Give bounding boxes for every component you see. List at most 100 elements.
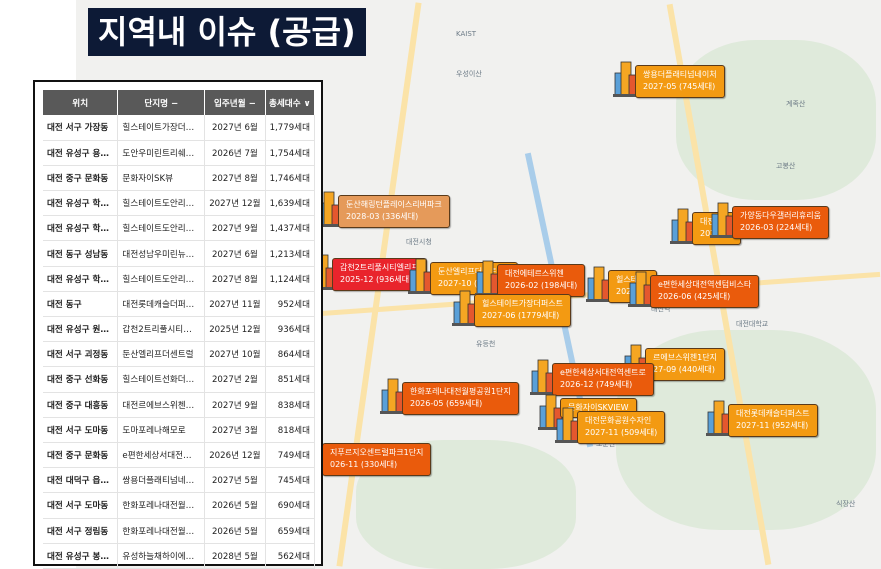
move-in-cell: 2027년 11월 — [204, 291, 266, 318]
table-row[interactable]: 대전 서구 도마동 한화포레나대전월… 2026년 5월 690세대 — [43, 492, 316, 519]
apartment-marker[interactable]: e편한세상서대전역센트로 2026-12 (749세대) — [530, 359, 654, 396]
households-cell: 1,437세대 — [265, 215, 316, 242]
location-cell: 대전 유성구 봉… — [43, 543, 119, 569]
location-cell: 대전 유성구 원… — [43, 316, 119, 343]
apartment-marker[interactable]: 둔산해링턴플레이스리버파크 2028-03 (336세대) — [316, 191, 450, 228]
place-label: KAIST — [456, 30, 477, 38]
location-cell: 대전 서구 도마동 — [43, 492, 119, 519]
table-row[interactable]: 대전 유성구 용… 도안우미린트리쉐… 2026년 7월 1,754세대 — [43, 140, 316, 166]
apartment-marker[interactable]: 대전에테르스위첸 2026-02 (198세대) — [475, 260, 586, 297]
location-cell: 대전 유성구 학… — [43, 266, 119, 292]
marker-name: 갑천2트리풀시티엘리프 — [340, 263, 419, 272]
marker-name: 한화포레나대전월평공원1단지 — [410, 387, 511, 396]
apartment-marker[interactable]: 한화포레나대전월평공원1단지 2026-05 (659세대) — [380, 378, 519, 415]
marker-name: 둔산해링턴플레이스리버파크 — [346, 200, 442, 209]
marker-detail: 2026-03 (224세대) — [740, 223, 813, 233]
table-row[interactable]: 대전 서구 정림동 한화포레나대전월… 2026년 5월 659세대 — [43, 518, 316, 544]
households-cell: 659세대 — [265, 518, 316, 544]
apartment-marker[interactable]: 지푸르지오센트럴파크1단지 026-11 (330세대) — [300, 439, 432, 476]
households-cell: 1,213세대 — [265, 240, 316, 267]
place-label: 대전시청 — [406, 238, 432, 246]
marker-detail: 2027-11 (509세대) — [585, 428, 658, 438]
table-row[interactable]: 대전 서구 도마동 도마포레나해모로 2027년 3월 818세대 — [43, 417, 316, 443]
table-row[interactable]: 대전 중구 선화동 힐스테이트선화더… 2027년 2월 851세대 — [43, 366, 316, 393]
table-row[interactable]: 대전 중구 대흥동 대전르에브스위첸… 2027년 9월 838세대 — [43, 392, 316, 418]
move-in-cell: 2028년 5월 — [204, 543, 266, 569]
apartment-marker[interactable]: 쌍용더플래티넘네이처 2027-05 (745세대) — [613, 61, 725, 98]
complex-cell: 힐스테이트도안리… — [117, 215, 206, 242]
marker-detail: 2026-12 (749세대) — [560, 380, 633, 390]
place-label: 식장산 — [836, 500, 856, 508]
households-cell: 838세대 — [265, 392, 316, 418]
apartment-marker[interactable]: 대전문화공원수자인 2027-11 (509세대) — [555, 407, 666, 444]
apartment-marker[interactable]: 대전롯데캐슬더퍼스트 2027-11 (952세대) — [706, 400, 818, 437]
marker-detail: 2025-12 (936세대) — [340, 275, 413, 285]
table-row[interactable]: 대전 중구 문화동 e편한세상서대전… 2026년 12월 749세대 — [43, 442, 316, 469]
households-cell: 562세대 — [265, 543, 316, 569]
table-row[interactable]: 대전 동구 대전롯데캐슬더퍼… 2027년 11월 952세대 — [43, 291, 316, 318]
move-in-cell: 2027년 2월 — [204, 366, 266, 393]
supply-table-panel: 위치 단지명 − 입주년월 − 총세대수 ∨ 대전 서구 가장동 힐스테이트가장더… — [33, 80, 323, 569]
table-row[interactable]: 대전 유성구 학… 힐스테이트도안리… 2027년 12월 1,639세대 — [43, 190, 316, 217]
column-header-location[interactable]: 위치 — [43, 90, 119, 115]
households-cell: 952세대 — [265, 291, 316, 318]
location-cell: 대전 유성구 학… — [43, 215, 119, 242]
table-row[interactable]: 대전 유성구 학… 힐스테이트도안리… 2027년 9월 1,437세대 — [43, 215, 316, 242]
apartment-marker[interactable]: 가양동다우갤러리휴리움 2026-03 (224세대) — [710, 202, 829, 239]
location-cell: 대전 대덕구 읍… — [43, 467, 119, 494]
table-row[interactable]: 대전 유성구 봉… 유성하늘채하이에… 2028년 5월 562세대 — [43, 543, 316, 569]
households-cell: 749세대 — [265, 442, 316, 469]
marker-name: 쌍용더플래티넘네이처 — [643, 70, 717, 79]
households-cell: 851세대 — [265, 366, 316, 393]
marker-detail: 2026-02 (198세대) — [505, 281, 578, 291]
apartment-marker[interactable]: e편한세상대전역센텀비스타 2026-06 (425세대) — [628, 271, 760, 308]
apartment-marker[interactable]: 힐스테이트가장더퍼스트 2027-06 (1779세대) — [452, 290, 571, 327]
table-row[interactable]: 대전 서구 괴정동 둔산엘리프더센트럴 2027년 10월 864세대 — [43, 341, 316, 368]
complex-cell: 힐스테이트선화더… — [117, 366, 206, 393]
column-header-households[interactable]: 총세대수 ∨ — [265, 90, 316, 115]
complex-cell: 힐스테이트도안리… — [117, 190, 206, 217]
complex-cell: 갑천2트리풀시티… — [117, 316, 206, 343]
households-cell: 690세대 — [265, 492, 316, 519]
table-row[interactable]: 대전 유성구 학… 힐스테이트도안리… 2027년 8월 1,124세대 — [43, 266, 316, 292]
move-in-cell: 2026년 12월 — [204, 442, 266, 469]
complex-cell: 도마포레나해모로 — [117, 417, 206, 443]
move-in-cell: 2025년 12월 — [204, 316, 266, 343]
marker-detail: 2027-05 (745세대) — [643, 82, 716, 92]
table-row[interactable]: 대전 동구 성남동 대전성남우미린뉴… 2027년 6월 1,213세대 — [43, 240, 316, 267]
table-row[interactable]: 대전 대덕구 읍… 쌍용더플래티넘네… 2027년 5월 745세대 — [43, 467, 316, 494]
table-row[interactable]: 대전 중구 문화동 문화자이SK뷰 2027년 8월 1,746세대 — [43, 165, 316, 192]
move-in-cell: 2026년 5월 — [204, 492, 266, 519]
move-in-cell: 2027년 3월 — [204, 417, 266, 443]
column-header-complex[interactable]: 단지명 − — [117, 90, 206, 115]
marker-name: e편한세상서대전역센트로 — [560, 368, 646, 377]
move-in-cell: 2027년 9월 — [204, 392, 266, 418]
marker-name: 힐스테이트가장더퍼스트 — [482, 299, 563, 308]
households-cell: 1,124세대 — [265, 266, 316, 292]
apartment-marker[interactable]: 르에브스위첸1단지 27-09 (440세대) — [623, 344, 725, 381]
complex-cell: 한화포레나대전월… — [117, 518, 206, 544]
supply-table: 위치 단지명 − 입주년월 − 총세대수 ∨ 대전 서구 가장동 힐스테이트가장더… — [43, 90, 316, 569]
households-cell: 818세대 — [265, 417, 316, 443]
move-in-cell: 2027년 6월 — [204, 240, 266, 267]
complex-cell: 유성하늘채하이에… — [117, 543, 206, 569]
location-cell: 대전 서구 정림동 — [43, 518, 119, 544]
complex-cell: 대전성남우미린뉴… — [117, 240, 206, 267]
marker-name: 가양동다우갤러리휴리움 — [740, 211, 821, 220]
location-cell: 대전 서구 가장동 — [43, 115, 119, 141]
move-in-cell: 2027년 8월 — [204, 165, 266, 192]
table-row[interactable]: 대전 서구 가장동 힐스테이트가장더… 2027년 6월 1,779세대 — [43, 115, 316, 141]
complex-cell: 쌍용더플래티넘네… — [117, 467, 206, 494]
complex-cell: 문화자이SK뷰 — [117, 165, 206, 192]
complex-cell: 대전르에브스위첸… — [117, 392, 206, 418]
complex-cell: 힐스테이트가장더… — [117, 115, 206, 141]
complex-cell: 도안우미린트리쉐… — [117, 140, 206, 166]
table-row[interactable]: 대전 유성구 원… 갑천2트리풀시티… 2025년 12월 936세대 — [43, 316, 316, 343]
marker-name: 대전롯데캐슬더퍼스트 — [736, 409, 810, 418]
marker-detail: 2026-06 (425세대) — [658, 292, 731, 302]
column-header-move-in[interactable]: 입주년월 − — [204, 90, 266, 115]
complex-cell: 둔산엘리프더센트럴 — [117, 341, 206, 368]
move-in-cell: 2026년 7월 — [204, 140, 266, 166]
households-cell: 864세대 — [265, 341, 316, 368]
place-label: 계족산 — [786, 100, 806, 108]
